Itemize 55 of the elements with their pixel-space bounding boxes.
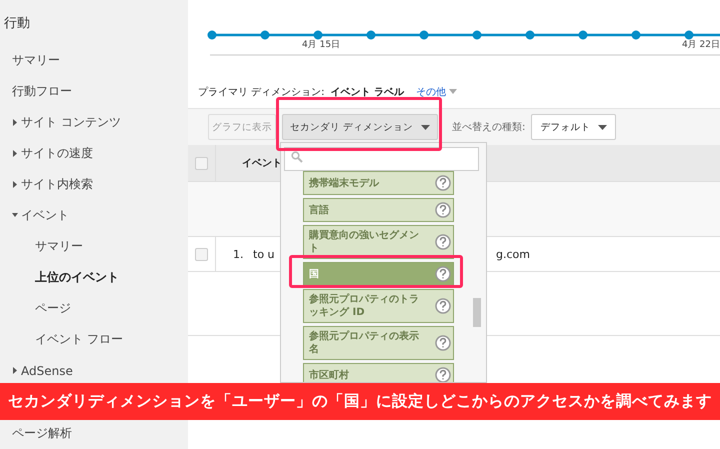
chart-point [632,30,640,40]
chart-point [366,30,376,40]
caret-down-icon [598,124,608,130]
column-header: イベント [241,157,282,170]
row-checkbox[interactable] [195,248,208,260]
caret-right-icon [12,367,18,374]
scrollbar-thumb[interactable] [473,298,481,327]
chart-point [684,30,694,40]
search-field[interactable] [284,147,479,171]
sidebar-item[interactable]: ページ [0,293,188,324]
sort-label: 並べ替えの種類: [452,120,526,134]
caret-down-icon [421,124,430,130]
table-cell: to u [253,248,275,260]
axis-label: 4月 22日 [682,39,720,51]
caret-down-icon [12,212,18,219]
help-icon [435,298,451,314]
sidebar-item[interactable]: サマリー [0,231,188,262]
axis-label: 4月 15日 [302,39,340,51]
help-icon [435,202,451,218]
help-icon [435,175,451,191]
search-icon [291,151,303,163]
chart-point [526,30,534,40]
row-number: 1. [233,248,244,260]
secondary-dimension-button[interactable]: セカンダリ ディメンション [282,114,438,140]
sidebar-item[interactable]: サイト コンテンツ [0,107,188,138]
other-link[interactable]: その他 [416,84,458,98]
sidebar-item[interactable]: サイト内検索 [0,169,188,200]
caret-right-icon [12,181,18,188]
sidebar-item[interactable]: イベント [0,200,188,231]
sidebar-item[interactable]: 行動フロー [0,76,188,107]
chart-point [208,30,216,40]
chart-point [260,30,270,40]
chart-point [314,30,322,40]
help-icon [435,266,451,282]
help-icon [435,335,451,351]
sidebar-item[interactable]: サマリー [0,45,188,76]
chart-point [420,30,428,40]
sidebar-item[interactable]: サイトの速度 [0,138,188,169]
caption-banner: セカンダリディメンションを「ユーザー」の「国」に設定しどこからのアクセスかを調べてみます [0,383,720,420]
sidebar-item[interactable]: ページ解析 [0,418,188,449]
sidebar-item[interactable]: イベント フロー [0,324,188,355]
sidebar-heading: 行動 [3,15,31,33]
sidebar-item[interactable]: 上位のイベント [0,262,188,293]
table-cell: g.com [496,248,530,260]
caret-right-icon [12,150,18,157]
caret-down-icon [449,89,458,94]
sort-select[interactable]: デフォルト [531,114,616,140]
help-icon [435,234,451,250]
caret-right-icon [12,119,18,126]
sidebar-item[interactable]: AdSense [0,355,188,386]
header-checkbox[interactable] [195,156,208,170]
chart-point [472,30,482,40]
dimension-label: プライマリ ディメンション: [198,86,325,98]
chart-point [578,30,588,40]
dimension-value: イベント ラベル [330,86,404,98]
